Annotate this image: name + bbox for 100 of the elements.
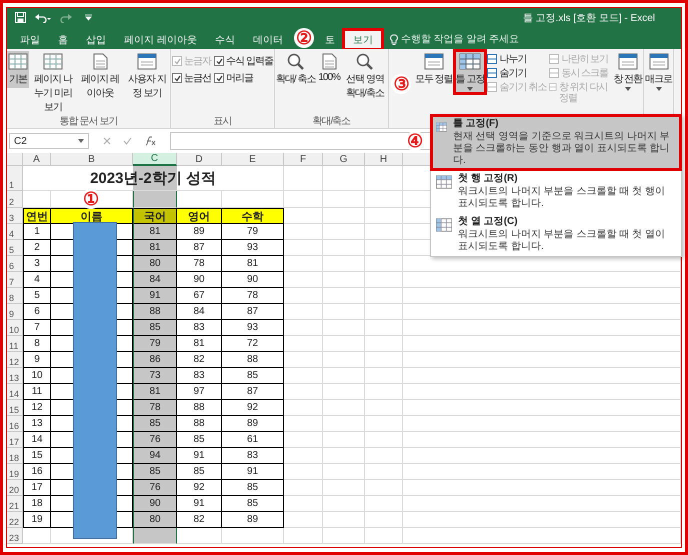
insert-function-icon[interactable] <box>144 136 156 146</box>
table-cell: 85 <box>222 496 284 512</box>
row-header[interactable]: 10 <box>7 320 23 336</box>
column-header[interactable]: C <box>133 153 177 166</box>
row-header[interactable]: 19 <box>7 464 23 480</box>
row-header[interactable]: 4 <box>7 224 23 240</box>
undo-icon[interactable] <box>35 12 51 22</box>
menu-item[interactable]: 틀 고정(F) 현재 선택 영역을 기준으로 워크시트의 나머지 부분을 스크롤하는 동안 행과 열이 표시되도록 합니다. <box>431 115 681 170</box>
checkbox[interactable] <box>172 73 182 83</box>
ribbon-tab[interactable]: 홈 <box>49 30 77 49</box>
column-header[interactable]: F <box>284 153 323 166</box>
row-header[interactable]: 22 <box>7 512 23 528</box>
row-header[interactable]: 9 <box>7 304 23 320</box>
column-header[interactable]: A <box>23 153 51 166</box>
save-icon[interactable] <box>15 12 26 23</box>
row-header[interactable]: 17 <box>7 432 23 448</box>
table-cell: 78 <box>177 256 222 272</box>
ribbon-button[interactable]: 확대/ 축소 <box>274 51 316 88</box>
row-header[interactable]: 3 <box>7 208 23 224</box>
table-cell: 18 <box>23 496 51 512</box>
table-cell: 88 <box>222 352 284 368</box>
grid-icon <box>43 53 63 70</box>
table-cell: 89 <box>222 512 284 528</box>
ribbon-button[interactable]: 사용자 지정 보기 <box>124 51 170 102</box>
table-cell: 9 <box>23 352 51 368</box>
ribbon-small-button[interactable]: 나누기 <box>487 54 546 65</box>
ribbon-tab[interactable]: 페이지 레이아웃 <box>115 30 206 49</box>
name-box[interactable]: C2 <box>9 133 89 149</box>
ribbon-small-button[interactable]: 숨기기 <box>487 68 546 79</box>
row-header[interactable]: 18 <box>7 448 23 464</box>
row-header[interactable]: 13 <box>7 368 23 384</box>
header-cell: 연번 <box>23 208 51 224</box>
checkbox[interactable] <box>214 73 224 83</box>
menu-item[interactable]: 첫 행 고정(R) 워크시트의 나머지 부분을 스크롤할 때 첫 행이 표시되도록 합니다. <box>431 170 681 213</box>
ribbon-tab[interactable]: 토 <box>316 30 344 49</box>
tell-me-field[interactable]: 수행할 작업을 알려 주세요 <box>400 34 531 45</box>
ribbon-tab[interactable]: 수식 <box>206 30 244 49</box>
table-cell: 81 <box>133 240 177 256</box>
ribbon-button[interactable]: 페이지 나누기 미리 보기 <box>30 51 76 116</box>
ribbon-button[interactable]: 매크로 <box>644 51 674 93</box>
table-cell: 61 <box>222 432 284 448</box>
table-cell: 85 <box>133 464 177 480</box>
menu-item[interactable]: 첫 열 고정(C) 워크시트의 나머지 부분을 스크롤할 때 첫 열이 표시되도록 합니다. <box>431 213 681 256</box>
table-cell: 83 <box>222 448 284 464</box>
table-cell: 79 <box>133 336 177 352</box>
row-header[interactable]: 20 <box>7 480 23 496</box>
row-header[interactable]: 8 <box>7 288 23 304</box>
table-cell: 88 <box>177 416 222 432</box>
group-label: 확대/축소 <box>311 116 352 128</box>
row-header[interactable]: 14 <box>7 384 23 400</box>
table-cell: 93 <box>222 320 284 336</box>
annotation-number: ③ <box>390 74 411 94</box>
column-header[interactable]: D <box>177 153 222 166</box>
table-cell: 97 <box>177 384 222 400</box>
header-cell: 국어 <box>133 208 177 224</box>
table-cell: 87 <box>177 240 222 256</box>
page-icon <box>92 53 108 70</box>
row-header[interactable]: 21 <box>7 496 23 512</box>
magnifier-icon <box>354 53 375 70</box>
ribbon-tab[interactable]: 데이터 <box>244 30 292 49</box>
ribbon-tab[interactable]: 보기 <box>344 30 382 49</box>
ribbon-button[interactable]: 페이지 레이아웃 <box>77 51 123 102</box>
ribbon-button[interactable]: 선택 영역 확대/축소 <box>342 51 388 102</box>
pane-icon <box>549 68 560 78</box>
table-cell: 94 <box>133 448 177 464</box>
table-cell: 78 <box>222 288 284 304</box>
table-cell: 87 <box>222 384 284 400</box>
row-header[interactable]: 6 <box>7 256 23 272</box>
checkbox[interactable] <box>214 56 224 66</box>
column-header[interactable]: B <box>51 153 133 166</box>
ribbon-tab[interactable]: 파일 <box>11 30 49 49</box>
ribbon-button[interactable]: 창 전환 <box>612 51 644 93</box>
table-cell: 16 <box>23 464 51 480</box>
row-header[interactable]: 12 <box>7 352 23 368</box>
table-cell: 73 <box>133 368 177 384</box>
ribbon-tab[interactable]: 삽입 <box>77 30 115 49</box>
row-header[interactable]: 2 <box>7 191 23 208</box>
ribbon-button[interactable]: 모두 정렬 <box>414 51 454 88</box>
ribbon-button[interactable]: 틀 고정 <box>454 51 486 93</box>
row-header[interactable]: 16 <box>7 416 23 432</box>
row-header[interactable]: 15 <box>7 400 23 416</box>
table-cell: 83 <box>177 368 222 384</box>
customize-icon[interactable] <box>85 14 92 21</box>
ribbon-button[interactable]: 기본 <box>7 51 29 88</box>
table-cell: 86 <box>133 352 177 368</box>
table-cell: 12 <box>23 400 51 416</box>
column-header[interactable]: H <box>365 153 403 166</box>
table-cell: 5 <box>23 288 51 304</box>
row-header[interactable]: 7 <box>7 272 23 288</box>
row-header[interactable]: 23 <box>7 528 23 544</box>
row-header[interactable]: 11 <box>7 336 23 352</box>
row-header[interactable]: 1 <box>7 166 23 191</box>
table-cell: 14 <box>23 432 51 448</box>
ribbon-button[interactable]: 100% <box>317 51 341 85</box>
row-header[interactable]: 5 <box>7 240 23 256</box>
column-header[interactable]: G <box>323 153 365 166</box>
table-cell: 91 <box>222 464 284 480</box>
column-header[interactable]: E <box>222 153 284 166</box>
table-cell: 88 <box>177 400 222 416</box>
checkbox-label: 머리글 <box>226 72 253 85</box>
